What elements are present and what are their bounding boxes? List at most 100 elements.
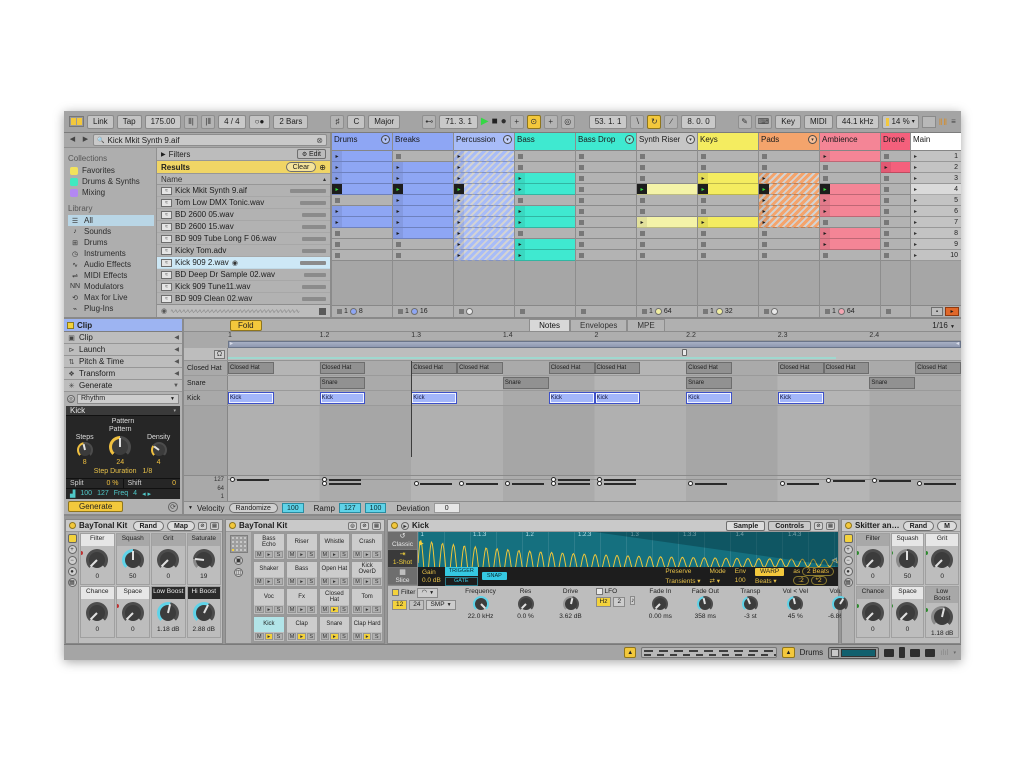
clip-slot[interactable]: ▸ (820, 239, 880, 250)
drum-pad-voc[interactable]: VocM▸S (253, 588, 285, 615)
clip-slot[interactable] (637, 228, 697, 239)
key-map-button[interactable]: Key (775, 115, 801, 129)
clip-launch-icon[interactable]: ▸ (515, 206, 525, 216)
pad-mute-button[interactable]: M (321, 551, 330, 558)
warning-icon[interactable]: ▲ (782, 647, 794, 658)
track-stop-square[interactable] (825, 309, 830, 314)
midi-note-snare[interactable]: Snare (869, 377, 915, 389)
midi-note-kick[interactable]: Kick (228, 392, 274, 404)
pad-play-button[interactable]: ▸ (297, 551, 306, 558)
collection-drums-synths[interactable]: Drums & Synths (68, 176, 156, 187)
loop-brace[interactable] (228, 341, 961, 348)
clip-slot[interactable]: ▸ (332, 162, 392, 173)
clip-section-generate[interactable]: ✳Generate▼ (64, 380, 182, 392)
clip-slot[interactable] (820, 250, 880, 261)
clip-slot[interactable]: ▸ (454, 162, 514, 173)
pad-mute-button[interactable]: M (321, 606, 330, 613)
pad-mute-button[interactable]: M (321, 633, 330, 640)
nudge-down-icon[interactable]: ⦀| (184, 115, 198, 129)
clip-launch-icon[interactable]: ▸ (454, 151, 464, 161)
filter-drive-select[interactable]: SMP▼ (426, 600, 455, 610)
clip-launch-icon[interactable]: ▸ (332, 162, 342, 172)
drum-pad-closed-hat[interactable]: Closed HatM▸S (319, 588, 351, 615)
midi-note-kick[interactable]: Kick (778, 392, 824, 404)
pad-solo-button[interactable]: S (340, 606, 349, 613)
beat-time-ruler[interactable]: 11.21.31.422.22.32.4 (228, 332, 961, 341)
pad-solo-button[interactable]: S (307, 551, 316, 558)
preview-stop-icon[interactable] (319, 308, 326, 315)
draw-mode-icon[interactable]: ✎ (738, 115, 752, 129)
track-header-keys[interactable]: Keys (698, 133, 758, 151)
clip-slot[interactable]: ▸ (393, 195, 453, 206)
track-unfold-icon[interactable]: ▾ (625, 135, 634, 144)
clip-launch-icon[interactable]: ▸ (332, 173, 342, 183)
scene-slot-3[interactable]: ▸3 (911, 173, 961, 184)
lfo-sync-icon[interactable]: ♪ (630, 596, 635, 605)
tab-notes[interactable]: Notes (529, 319, 570, 331)
browser-file-bd-909-tube-long-f-06-wav[interactable]: ≈BD 909 Tube Long F 06.wav (157, 233, 330, 245)
clip-launch-icon[interactable]: ▸ (759, 184, 769, 194)
show-chains-icon[interactable]: + (844, 545, 853, 554)
vol-vel-knob[interactable]: Vol < Vel45 % (775, 588, 815, 620)
mode-slice[interactable]: ▦Slice (388, 568, 417, 586)
drum-pad-bass-echo[interactable]: Bass EchoM▸S (253, 533, 285, 560)
drum-pad-riser[interactable]: RiserM▸S (286, 533, 318, 560)
velocity-point[interactable] (872, 478, 877, 483)
track-header-drums[interactable]: Drums▾ (332, 133, 392, 151)
clip-slot[interactable]: ▸ (393, 228, 453, 239)
clip-slot[interactable] (759, 151, 819, 162)
clip-slot[interactable] (576, 239, 636, 250)
clip-launch-icon[interactable]: ▸ (698, 184, 708, 194)
clip-slot[interactable] (332, 228, 392, 239)
pad-mute-button[interactable]: M (255, 551, 264, 558)
randomize-button[interactable]: Randomize (229, 503, 278, 513)
macro-view-icon[interactable] (68, 534, 77, 543)
velocity-point[interactable] (414, 481, 419, 486)
generator-knob-density[interactable]: Density4 (147, 434, 170, 466)
row-label-closed-hat[interactable]: Closed Hat (184, 361, 228, 375)
filter-type-select[interactable]: ◠▼ (417, 588, 438, 598)
clip-slot[interactable] (576, 217, 636, 228)
sample-waveform-display[interactable]: 11.1.31.21.2.31.31.3.31.41.4.3 ▶ ◁ (418, 532, 838, 567)
drum-pad-open-hat[interactable]: Open HatM▸S (319, 561, 351, 588)
punch-out-icon[interactable]: ∕ (664, 115, 678, 129)
sidebar-item-modulators[interactable]: NNModulators (68, 281, 156, 292)
scene-launch-icon[interactable]: ▸ (914, 175, 917, 182)
midi-note-closed-hat[interactable]: Closed Hat (915, 362, 961, 374)
deviation-field[interactable]: 0 (434, 503, 460, 513)
track-unfold-icon[interactable]: ▾ (686, 135, 695, 144)
midi-note-kick[interactable]: Kick (549, 392, 595, 404)
stop-button[interactable]: ■ (492, 116, 498, 128)
drum-pad-crash[interactable]: CrashM▸S (351, 533, 383, 560)
drum-pad-clap[interactable]: ClapM▸S (286, 616, 318, 643)
track-header-pads[interactable]: Pads▾ (759, 133, 819, 151)
clip-slot[interactable] (759, 250, 819, 261)
clip-slot[interactable]: ▸ (454, 239, 514, 250)
midi-note-closed-hat[interactable]: Closed Hat (778, 362, 824, 374)
pad-play-button[interactable]: ▸ (297, 633, 306, 640)
note-grid[interactable]: SnareSnareSnareSnare (228, 376, 961, 390)
browser-file-bd-2600-15-wav[interactable]: ≈BD 2600 15.wav (157, 221, 330, 233)
pad-play-button[interactable]: ▸ (297, 606, 306, 613)
double-tempo-button[interactable]: *2 (811, 576, 827, 585)
preview-icon[interactable]: ▸ (401, 522, 409, 530)
clip-slot[interactable] (698, 250, 758, 261)
generator-preset-select[interactable]: Rhythm▼ (77, 394, 179, 404)
nudge-up-icon[interactable]: |⦀ (201, 115, 215, 129)
sample-start-marker[interactable]: ▶ (419, 540, 424, 547)
track-header-ambience[interactable]: Ambience (820, 133, 880, 151)
track-stop-square[interactable] (581, 309, 586, 314)
clip-slot[interactable] (393, 151, 453, 162)
frequency-knob[interactable]: Frequency22.0 kHz (461, 588, 501, 620)
clip-slot[interactable]: ▸ (637, 184, 697, 195)
clip-launch-icon[interactable]: ▸ (515, 239, 525, 249)
collection-mixing[interactable]: Mixing (68, 187, 156, 198)
preserve-select[interactable]: Transients ▾ (665, 577, 700, 585)
midi-note-closed-hat[interactable]: Closed Hat (457, 362, 503, 374)
clip-slot[interactable] (332, 195, 392, 206)
scene-launch-icon[interactable]: ▸ (914, 164, 917, 171)
track-stop-square[interactable] (398, 309, 403, 314)
track-unfold-icon[interactable]: ▾ (808, 135, 817, 144)
scene-launch-icon[interactable]: ▸ (914, 186, 917, 193)
save-preset-icon[interactable]: ▤ (826, 522, 835, 530)
